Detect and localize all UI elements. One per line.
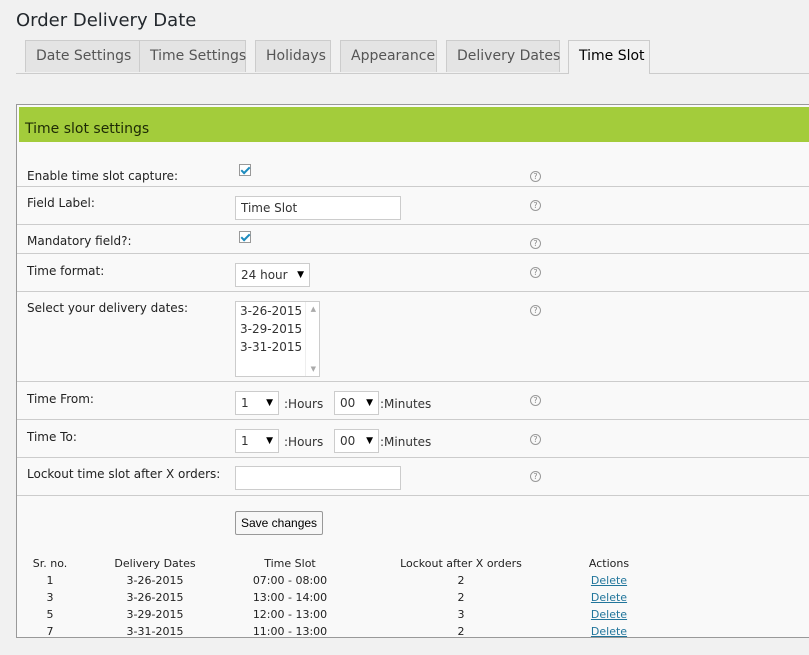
mandatory-checkbox[interactable] <box>239 231 251 243</box>
minutes-suffix: :Minutes <box>380 397 432 411</box>
help-icon[interactable]: ? <box>530 434 541 445</box>
delete-link[interactable]: Delete <box>591 591 627 604</box>
help-icon[interactable]: ? <box>530 267 541 278</box>
time-to-hours-value: 1 <box>241 434 249 448</box>
enable-capture-label: Enable time slot capture: <box>27 169 179 183</box>
cell-date: 3-29-2015 <box>126 608 184 621</box>
table-row: 7 3-31-2015 11:00 - 13:00 2 Delete <box>27 623 639 640</box>
row-lockout: Lockout time slot after X orders: ? <box>17 458 809 496</box>
cell-sr: 7 <box>46 625 54 638</box>
col-time-slot: Time Slot <box>264 557 316 570</box>
table-header-row: Sr. no. Delivery Dates Time Slot Lockout… <box>27 555 639 572</box>
row-field-label: Field Label: ? <box>17 187 809 225</box>
cell-slot: 13:00 - 14:00 <box>252 591 328 604</box>
help-icon[interactable]: ? <box>530 200 541 211</box>
col-lockout: Lockout after X orders <box>400 557 522 570</box>
page-title: Order Delivery Date <box>16 10 197 31</box>
delete-link[interactable]: Delete <box>591 608 627 621</box>
row-time-format: Time format: 24 hour ▼ ? <box>17 254 809 292</box>
cell-lockout: 2 <box>457 625 465 638</box>
scroll-up-icon[interactable]: ▲ <box>311 305 316 313</box>
table-row: 5 3-29-2015 12:00 - 13:00 3 Delete <box>27 606 639 623</box>
dropdown-arrow-icon: ▼ <box>266 398 273 408</box>
cell-slot: 11:00 - 13:00 <box>252 625 328 638</box>
time-from-minutes-select[interactable]: 00 ▼ <box>334 391 379 415</box>
tab-appearance[interactable]: Appearance <box>340 40 437 72</box>
dropdown-arrow-icon: ▼ <box>366 398 373 408</box>
minutes-suffix: :Minutes <box>380 435 432 449</box>
time-to-label: Time To: <box>27 430 77 444</box>
scroll-down-icon[interactable]: ▼ <box>311 365 316 373</box>
help-icon[interactable]: ? <box>530 305 541 316</box>
cell-slot: 07:00 - 08:00 <box>252 574 328 587</box>
help-icon[interactable]: ? <box>530 238 541 249</box>
time-format-label: Time format: <box>27 264 105 278</box>
row-time-from: Time From: 1 ▼ :Hours 00 ▼ :Minutes ? <box>17 382 809 420</box>
tab-time-settings[interactable]: Time Settings <box>139 40 246 72</box>
time-to-minutes-value: 00 <box>340 434 356 448</box>
time-to-minutes-select[interactable]: 00 ▼ <box>334 429 379 453</box>
table-row: 3 3-26-2015 13:00 - 14:00 2 Delete <box>27 589 639 606</box>
delivery-dates-label: Select your delivery dates: <box>27 301 188 315</box>
delete-link[interactable]: Delete <box>591 574 627 587</box>
time-from-hours-select[interactable]: 1 ▼ <box>235 391 279 415</box>
row-enable-capture: Enable time slot capture: ? <box>17 142 809 187</box>
enable-capture-checkbox[interactable] <box>239 164 251 176</box>
help-icon[interactable]: ? <box>530 171 541 182</box>
time-format-value: 24 hour <box>241 268 288 282</box>
cell-sr: 1 <box>46 574 54 587</box>
field-label-input[interactable] <box>235 196 401 220</box>
settings-tabs: Date Settings Time Settings Holidays App… <box>16 40 809 74</box>
delivery-dates-listbox[interactable]: 3-26-2015 3-29-2015 3-31-2015 ▲ ▼ <box>235 301 320 377</box>
lockout-label: Lockout time slot after X orders: <box>27 467 221 481</box>
field-label-label: Field Label: <box>27 196 95 210</box>
time-to-hours-select[interactable]: 1 ▼ <box>235 429 279 453</box>
col-sr-no: Sr. no. <box>32 557 68 570</box>
row-time-to: Time To: 1 ▼ :Hours 00 ▼ :Minutes ? <box>17 420 809 458</box>
cell-date: 3-31-2015 <box>126 625 184 638</box>
col-delivery-dates: Delivery Dates <box>114 557 196 570</box>
hours-suffix: :Hours <box>284 397 324 411</box>
delete-link[interactable]: Delete <box>591 625 627 638</box>
row-delivery-dates: Select your delivery dates: 3-26-2015 3-… <box>17 292 809 382</box>
col-actions: Actions <box>588 557 630 570</box>
dropdown-arrow-icon: ▼ <box>297 270 304 280</box>
row-mandatory: Mandatory field?: ? <box>17 225 809 254</box>
help-icon[interactable]: ? <box>530 471 541 482</box>
tab-delivery-dates[interactable]: Delivery Dates <box>446 40 560 72</box>
save-changes-button[interactable]: Save changes <box>235 511 324 535</box>
listbox-scrollbar[interactable]: ▲ ▼ <box>305 302 319 376</box>
hours-suffix: :Hours <box>284 435 324 449</box>
cell-lockout: 2 <box>457 574 465 587</box>
cell-sr: 5 <box>46 608 54 621</box>
cell-date: 3-26-2015 <box>126 591 184 604</box>
cell-lockout: 2 <box>457 591 465 604</box>
tab-holidays[interactable]: Holidays <box>255 40 331 72</box>
lockout-input[interactable] <box>235 466 401 490</box>
dropdown-arrow-icon: ▼ <box>266 436 273 446</box>
help-icon[interactable]: ? <box>530 395 541 406</box>
cell-slot: 12:00 - 13:00 <box>252 608 328 621</box>
tab-date-settings[interactable]: Date Settings <box>25 40 140 72</box>
cell-lockout: 3 <box>457 608 465 621</box>
cell-sr: 3 <box>46 591 54 604</box>
time-from-label: Time From: <box>27 392 94 406</box>
dropdown-arrow-icon: ▼ <box>366 436 373 446</box>
time-from-minutes-value: 00 <box>340 396 356 410</box>
mandatory-label: Mandatory field?: <box>27 234 132 248</box>
table-row: 1 3-26-2015 07:00 - 08:00 2 Delete <box>27 572 639 589</box>
time-from-hours-value: 1 <box>241 396 249 410</box>
time-format-select[interactable]: 24 hour ▼ <box>235 263 310 287</box>
cell-date: 3-26-2015 <box>126 574 184 587</box>
time-slots-table: Sr. no. Delivery Dates Time Slot Lockout… <box>27 555 639 640</box>
tab-time-slot[interactable]: Time Slot <box>568 40 650 74</box>
time-slot-panel: Time slot settings Enable time slot capt… <box>16 104 809 638</box>
section-title: Time slot settings <box>19 107 809 142</box>
